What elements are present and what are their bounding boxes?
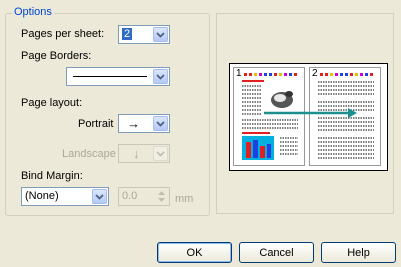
portrait-label: Portrait <box>78 118 114 130</box>
bind-margin-label: Bind Margin: <box>21 170 83 182</box>
spin-up-icon[interactable] <box>155 189 168 196</box>
pages-per-sheet-value: 2 <box>122 28 133 40</box>
chevron-down-icon[interactable] <box>153 146 168 161</box>
help-button[interactable]: Help <box>321 242 396 263</box>
bind-margin-amount-field[interactable]: 0.0 <box>118 187 170 206</box>
chevron-down-icon[interactable] <box>153 116 168 131</box>
solid-line-sample <box>73 76 147 77</box>
bind-margin-unit: mm <box>175 193 194 205</box>
options-group-title: Options <box>12 6 54 18</box>
down-arrow-icon: ↓ <box>133 146 140 161</box>
bind-margin-select[interactable]: (None) <box>21 187 109 206</box>
cancel-button[interactable]: Cancel <box>239 242 314 263</box>
page-2-thumbnail-art <box>318 73 374 159</box>
bind-margin-value: (None) <box>25 190 59 202</box>
spin-buttons[interactable] <box>155 189 168 204</box>
right-arrow-icon: → <box>127 116 140 131</box>
preview-page-2: 2 <box>309 67 381 166</box>
sheet-preview: 1 2 <box>229 63 388 171</box>
chevron-down-icon[interactable] <box>92 189 107 204</box>
landscape-order-select[interactable]: ↓ <box>118 144 170 163</box>
page-borders-label: Page Borders: <box>21 50 92 62</box>
portrait-order-select[interactable]: → <box>118 114 170 133</box>
pages-per-sheet-select[interactable]: 2 <box>118 25 170 44</box>
page-layout-label: Page layout: <box>21 97 83 109</box>
chevron-down-icon[interactable] <box>153 69 168 84</box>
preview-page-1: 1 <box>233 67 305 166</box>
pages-per-sheet-label: Pages per sheet: <box>21 28 105 40</box>
spin-down-icon[interactable] <box>155 196 168 203</box>
ok-button[interactable]: OK <box>157 242 232 263</box>
chevron-down-icon[interactable] <box>153 27 168 42</box>
options-group <box>5 13 210 216</box>
bind-margin-amount-value: 0.0 <box>122 190 138 202</box>
page-1-thumbnail-art <box>242 73 298 160</box>
page-borders-select[interactable] <box>66 67 170 86</box>
landscape-label: Landscape <box>62 148 116 160</box>
